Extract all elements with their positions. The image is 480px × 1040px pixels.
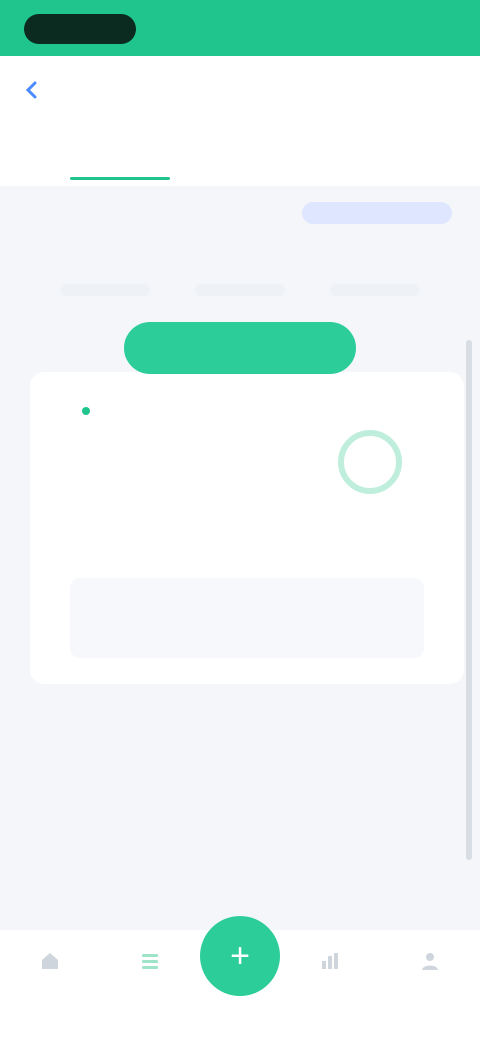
- primary-action-button[interactable]: [124, 322, 356, 374]
- sub-bar-link[interactable]: [302, 202, 452, 224]
- plus-icon: +: [230, 936, 250, 975]
- stat-block: [60, 440, 180, 452]
- day-option[interactable]: [60, 284, 150, 296]
- scrollbar[interactable]: [466, 340, 472, 860]
- tab-second[interactable]: [240, 126, 480, 186]
- status-pill: [24, 14, 136, 44]
- progress-ring: [338, 430, 402, 494]
- header: [0, 56, 480, 126]
- card-title: [82, 402, 96, 419]
- tab-first[interactable]: [0, 126, 240, 186]
- add-button[interactable]: +: [200, 916, 280, 996]
- summary-card: [30, 372, 464, 684]
- list-icon: [142, 954, 158, 969]
- user-icon: [422, 953, 438, 970]
- card-note: [70, 578, 424, 658]
- back-button[interactable]: [18, 76, 46, 104]
- status-bar: [0, 0, 480, 56]
- tab-bar: [0, 126, 480, 186]
- back-arrow-icon: [25, 81, 37, 99]
- stat-block: [180, 440, 300, 452]
- day-option[interactable]: [330, 284, 420, 296]
- chart-icon: [322, 953, 338, 969]
- nav-item-chart[interactable]: [290, 950, 370, 982]
- sub-bar: [0, 186, 480, 240]
- nav-item-user[interactable]: [390, 950, 470, 982]
- title-dot-icon: [82, 407, 90, 416]
- nav-item-list[interactable]: [110, 950, 190, 982]
- day-option[interactable]: [195, 284, 285, 296]
- bottom-nav: +: [0, 916, 480, 1040]
- home-icon: [42, 953, 58, 969]
- nav-item-home[interactable]: [10, 950, 90, 982]
- day-selector: [60, 284, 420, 296]
